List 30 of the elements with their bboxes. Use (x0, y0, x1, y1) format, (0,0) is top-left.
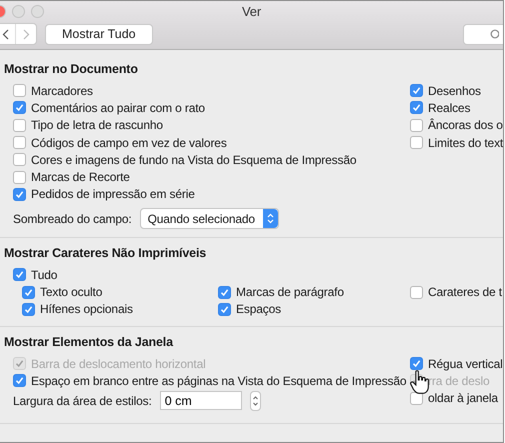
checkbox-label: Marcadores (31, 84, 93, 98)
checkbox-label: Texto oculto (40, 285, 102, 300)
checkbox-label: Carateres de t (428, 285, 502, 300)
checkbox-label: Comentários ao pairar com o rato (31, 100, 205, 115)
style-width-field[interactable]: 0 cm (160, 391, 242, 410)
field-label: Sombreado do campo: (13, 212, 132, 226)
checkbox-label: Códigos de campo em vez de valores (31, 136, 227, 150)
checkbox-label: Âncoras dos o (428, 118, 503, 132)
checkbox-label: Marcas de Recorte (31, 170, 130, 184)
checkbox-label: Tipo de letra de rascunho (31, 118, 163, 132)
checkbox-label: Cores e imagens de fundo na Vista do Esquema de Impressão (31, 152, 356, 167)
field-label: Largura da área de estilos: (13, 394, 152, 408)
checkbox-label: Marcas de parágrafo (236, 285, 344, 300)
checkbox-label: Barra de deslocamento horizontal (31, 356, 206, 371)
checkbox-label: Espaços (236, 302, 281, 316)
checkbox-label: Desenhos (428, 84, 481, 98)
checkbox-label: Tudo (31, 268, 58, 282)
checkbox-label: Hífenes opcionais (40, 302, 133, 316)
checkbox-label: oldar à janela (428, 391, 498, 406)
shading-dropdown[interactable]: Quando selecionado (140, 208, 279, 230)
checkbox-label: Pedidos de impressão em série (31, 187, 195, 202)
section-title: Mostrar Elementos da Janela (4, 334, 174, 349)
section-title: Mostrar Carateres Não Imprimíveis (4, 246, 208, 260)
checkbox-label: Régua vertical (428, 356, 503, 371)
window-title: Ver (242, 4, 262, 19)
checkbox-label: Realces (428, 100, 470, 115)
checkbox-label: Limites do text (428, 136, 503, 150)
show-all-button[interactable]: Mostrar Tudo (45, 24, 153, 44)
checkbox-label: Espaço em branco entre as páginas na Vista do Esquema de Impressão (31, 374, 406, 388)
section-title: Mostrar no Documento (4, 62, 139, 76)
